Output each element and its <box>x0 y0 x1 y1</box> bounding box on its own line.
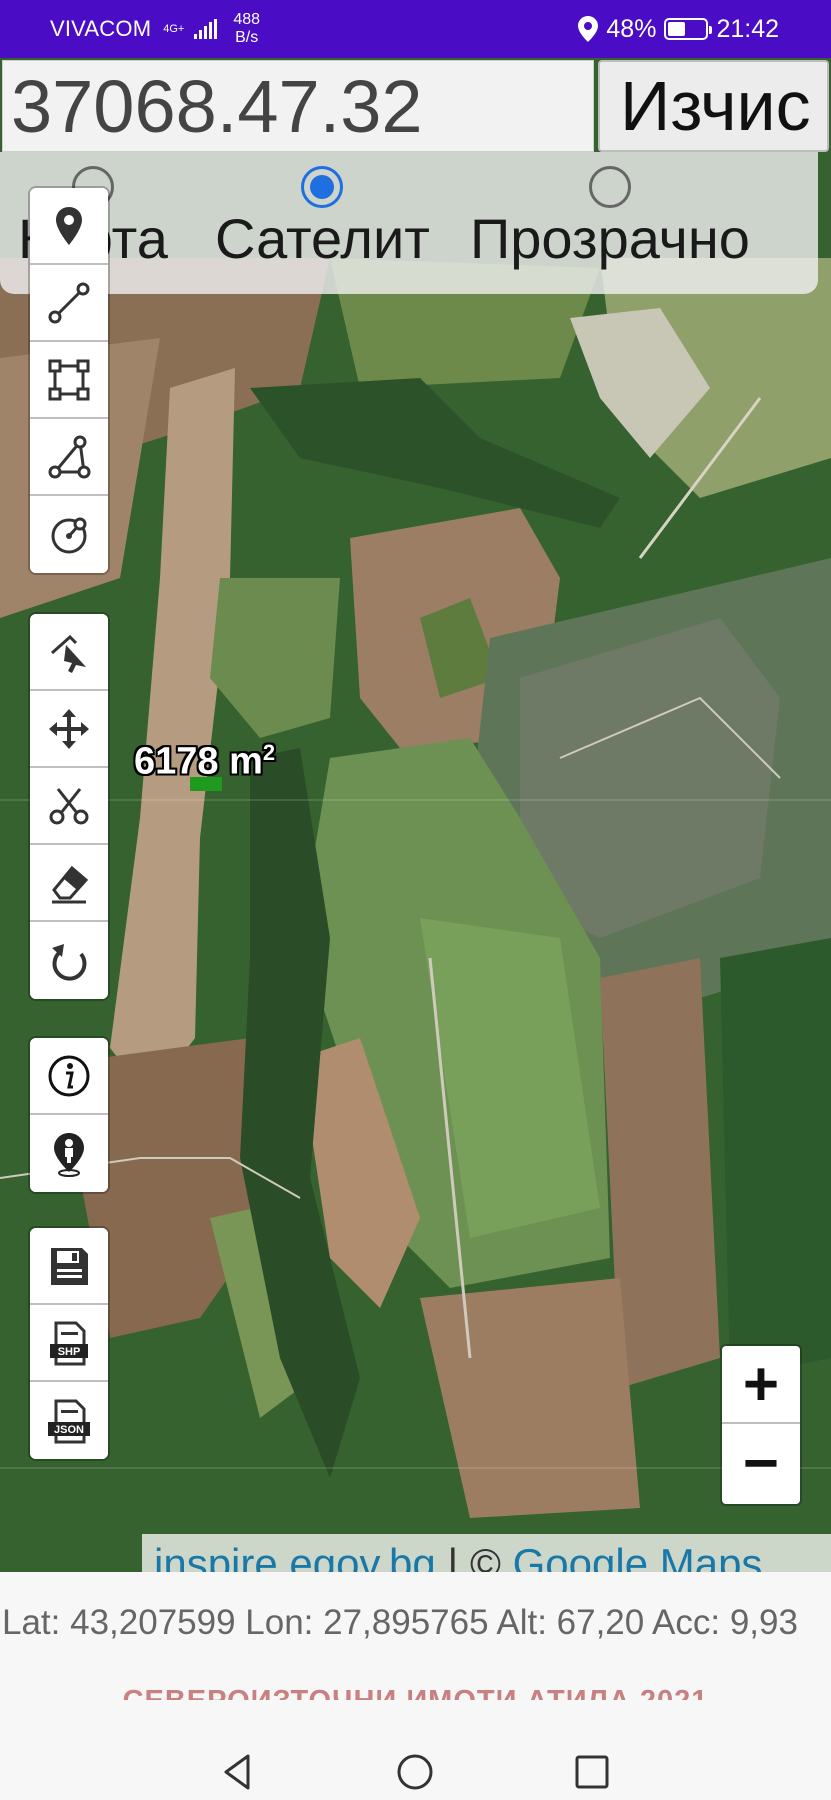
radio-satellite[interactable] <box>301 166 344 208</box>
search-row: Изчис <box>0 58 831 154</box>
info-icon <box>48 1055 90 1096</box>
json-file-icon: JSON <box>48 1399 90 1443</box>
my-location-button[interactable] <box>30 1115 108 1192</box>
battery-percent: 48% <box>606 14 657 43</box>
network-speed: 488 B/s <box>233 11 260 47</box>
layer-label-transparent: Прозрачно <box>470 207 750 270</box>
zoom-out-button[interactable]: − <box>722 1424 800 1502</box>
move-icon <box>49 708 89 749</box>
layer-option-transparent[interactable]: Прозрачно <box>470 166 750 271</box>
attribution-link-inspire[interactable]: inspire.egov.bg <box>154 1540 436 1572</box>
map-attribution: inspire.egov.bg | © Google Maps <box>142 1534 831 1572</box>
layer-label-satellite: Сателит <box>215 207 430 270</box>
svg-text:JSON: JSON <box>54 1424 84 1436</box>
move-button[interactable] <box>30 691 108 768</box>
line-icon <box>48 282 90 323</box>
erase-button[interactable] <box>30 845 108 922</box>
zoom-control: + − <box>722 1346 800 1504</box>
area-unit-exponent: 2 <box>262 740 276 765</box>
home-icon[interactable] <box>395 1752 435 1792</box>
battery-icon <box>664 18 713 40</box>
angle-button[interactable] <box>30 419 108 496</box>
export-json-button[interactable]: JSON <box>30 1382 108 1459</box>
marker-button[interactable] <box>30 188 108 265</box>
info-button[interactable] <box>30 1038 108 1115</box>
select-edit-icon <box>51 634 86 673</box>
info-toolbar <box>30 1038 108 1192</box>
status-right: 48% 21:42 <box>578 15 779 44</box>
polygon-icon <box>48 359 90 400</box>
area-value: 6178 m <box>134 740 263 783</box>
back-icon[interactable] <box>218 1752 258 1792</box>
net-speed-unit: B/s <box>235 29 259 46</box>
attribution-link-google[interactable]: Google Maps <box>513 1540 763 1572</box>
area-label: 6178 m2 <box>134 740 275 784</box>
status-left: VIVACOM 4G+ 488 B/s <box>50 11 260 47</box>
layer-selector: Карта Сателит Прозрачно <box>0 152 818 294</box>
location-icon <box>578 16 599 42</box>
system-nav-bar <box>0 1700 831 1800</box>
zoom-in-button[interactable]: + <box>722 1346 800 1424</box>
split-button[interactable] <box>30 768 108 845</box>
undo-button[interactable] <box>30 922 108 999</box>
network-type: 4G+ <box>163 22 185 35</box>
recents-icon[interactable] <box>572 1752 612 1792</box>
carrier-name: VIVACOM <box>50 16 152 41</box>
edit-toolbar <box>30 614 108 999</box>
circle-icon <box>51 517 87 553</box>
cadastre-id-input[interactable] <box>2 60 594 152</box>
line-button[interactable] <box>30 265 108 342</box>
select-edit-button[interactable] <box>30 614 108 691</box>
status-bar: VIVACOM 4G+ 488 B/s 48% 21:42 <box>0 0 831 58</box>
save-button[interactable] <box>30 1228 108 1305</box>
info-panel: Lat: 43,207599 Lon: 27,895765 Alt: 67,20… <box>0 1572 831 1717</box>
export-toolbar: SHP JSON <box>30 1228 108 1459</box>
shp-file-icon: SHP <box>50 1321 88 1365</box>
radio-transparent[interactable] <box>588 166 631 208</box>
person-location-icon <box>54 1132 84 1177</box>
draw-toolbar <box>30 188 108 573</box>
attribution-separator: | © <box>435 1540 513 1572</box>
gps-readout: Lat: 43,207599 Lon: 27,895765 Alt: 67,20… <box>2 1603 798 1642</box>
clock: 21:42 <box>716 14 779 43</box>
scissors-icon <box>49 787 89 824</box>
network-label: 4G+ <box>163 22 185 35</box>
undo-icon <box>52 943 87 981</box>
angle-icon <box>48 435 91 478</box>
layer-option-satellite[interactable]: Сателит <box>215 166 430 271</box>
calculate-button[interactable]: Изчис <box>598 60 829 152</box>
circle-button[interactable] <box>30 496 108 573</box>
svg-text:SHP: SHP <box>58 1346 81 1358</box>
polygon-button[interactable] <box>30 342 108 419</box>
eraser-icon <box>52 865 89 903</box>
export-shp-button[interactable]: SHP <box>30 1305 108 1382</box>
marker-icon <box>56 206 82 245</box>
save-icon <box>51 1247 88 1285</box>
signal-icon <box>194 19 218 39</box>
net-speed-value: 488 <box>233 11 261 28</box>
